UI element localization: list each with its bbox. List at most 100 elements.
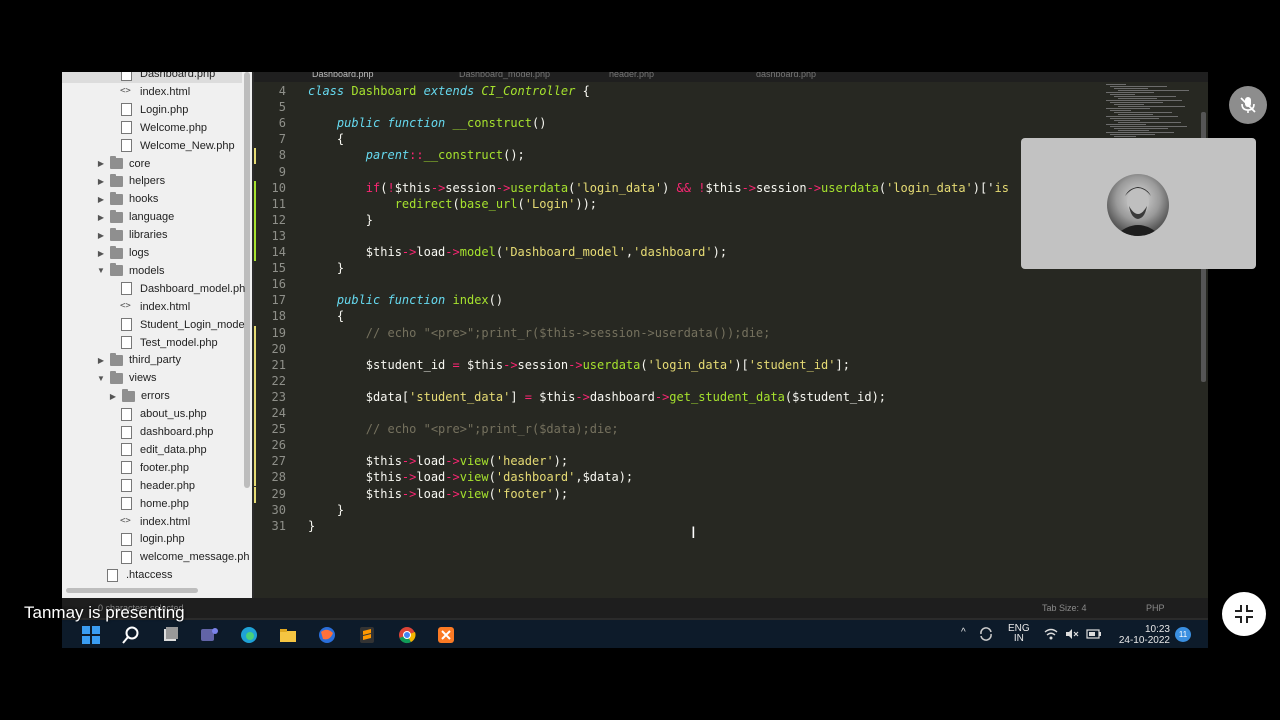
sidebar-item[interactable]: ▶ hooks — [62, 190, 242, 208]
gutter-change-marker — [254, 180, 256, 197]
sidebar-item[interactable]: home.php — [62, 495, 242, 513]
code-line: public function __construct() — [336, 116, 547, 131]
sidebar-item[interactable]: Welcome.php — [62, 119, 242, 137]
wifi-icon[interactable] — [1044, 627, 1058, 641]
sidebar-item[interactable]: about_us.php — [62, 405, 242, 423]
chevron-right-icon[interactable]: ▶ — [96, 195, 106, 204]
sidebar-item[interactable]: Student_Login_mode — [62, 316, 245, 334]
editor-tab[interactable]: dashboard.php — [756, 72, 816, 79]
code-line: $student_id = $this->session->userdata('… — [308, 357, 850, 372]
sidebar-item[interactable]: ▶ libraries — [62, 226, 242, 244]
sidebar-item[interactable]: <> index.html — [62, 83, 242, 101]
file-icon — [121, 407, 132, 421]
editor-tabs: Dashboard.php Dashboard_model.php header.p… — [254, 72, 1208, 82]
chevron-right-icon[interactable]: ▶ — [96, 231, 106, 240]
sidebar-item[interactable]: welcome_message.ph — [62, 548, 249, 566]
speaker-muted-icon[interactable] — [1065, 627, 1079, 641]
sidebar-item[interactable]: dashboard.php — [62, 423, 242, 441]
sidebar-item[interactable]: ▶ helpers — [62, 172, 242, 190]
file-sidebar: Dashboard.php <> index.html Login.php Welcom… — [62, 72, 252, 598]
code-line: $this->load->view('header'); — [308, 454, 569, 469]
microphone-muted-button[interactable] — [1229, 86, 1267, 124]
sidebar-item[interactable]: ▶ logs — [62, 244, 242, 262]
clock[interactable]: 10:23 24-10-2022 — [1114, 624, 1170, 646]
line-number: 31 — [271, 518, 286, 533]
sidebar-item-label: .htaccess — [126, 569, 173, 582]
folder-icon — [110, 352, 123, 366]
sidebar-item[interactable]: ▶ third_party — [62, 351, 242, 369]
chevron-down-icon[interactable]: ▼ — [96, 266, 106, 275]
minimap-line — [1114, 104, 1144, 105]
chevron-right-icon[interactable]: ▶ — [96, 356, 106, 365]
line-number: 26 — [271, 438, 286, 453]
chevron-right-icon[interactable]: ▶ — [96, 249, 106, 258]
editor-tab[interactable]: header.php — [609, 72, 654, 79]
task-view-icon[interactable] — [162, 626, 180, 644]
sidebar-item[interactable]: Welcome_New.php — [62, 137, 242, 155]
teams-icon[interactable] — [200, 626, 218, 644]
chevron-down-icon[interactable]: ▼ — [96, 374, 106, 383]
sidebar-item[interactable]: <> index.html — [62, 513, 242, 531]
sidebar-item[interactable]: Login.php — [62, 101, 242, 119]
camera-tile[interactable] — [1021, 138, 1256, 269]
line-number: 22 — [271, 373, 286, 388]
sidebar-item-label: Student_Login_mode — [140, 318, 245, 331]
sidebar-item[interactable]: edit_data.php — [62, 441, 242, 459]
search-icon[interactable] — [122, 626, 140, 644]
language-indicator[interactable]: ENG IN — [1008, 624, 1030, 644]
code-line: { — [308, 132, 345, 147]
sidebar-item[interactable]: ▶ language — [62, 208, 242, 226]
sidebar-item[interactable]: Dashboard_model.ph — [62, 280, 245, 298]
editor-tab[interactable]: Dashboard_model.php — [459, 72, 550, 79]
folder-icon — [110, 209, 123, 223]
sidebar-item[interactable]: ▶ core — [62, 155, 242, 173]
sidebar-item[interactable]: Test_model.php — [62, 334, 242, 352]
chrome-icon[interactable] — [398, 626, 416, 644]
sidebar-item[interactable]: .htaccess — [62, 566, 242, 584]
sidebar-scrollbar[interactable] — [244, 72, 250, 488]
windows-start-icon[interactable] — [82, 626, 100, 644]
chevron-right-icon[interactable]: ▶ — [96, 159, 106, 168]
clock-date: 24-10-2022 — [1118, 635, 1170, 646]
xampp-icon[interactable] — [437, 626, 455, 644]
sidebar-item[interactable]: footer.php — [62, 459, 242, 477]
exit-fullscreen-button[interactable] — [1222, 592, 1266, 636]
gutter-change-marker — [254, 454, 256, 471]
code-line: if(!$this->session->userdata('login_data… — [365, 180, 1009, 195]
sidebar-item-label: third_party — [129, 354, 181, 367]
chevron-right-icon[interactable]: ▶ — [108, 392, 118, 401]
sidebar-item[interactable]: ▼ views — [62, 369, 242, 387]
gutter-change-marker — [254, 245, 256, 262]
chevron-right-icon[interactable]: ▶ — [96, 177, 106, 186]
minimap-line — [1114, 128, 1168, 129]
tab-size-status[interactable]: Tab Size: 4 — [1042, 603, 1087, 613]
sidebar-item[interactable]: Dashboard.php — [62, 72, 242, 83]
sidebar-item[interactable]: ▶ errors — [62, 387, 242, 405]
file-icon — [121, 425, 132, 439]
sidebar-item[interactable]: header.php — [62, 477, 242, 495]
sidebar-item[interactable]: <> index.html — [62, 298, 242, 316]
sublime-text-icon[interactable] — [358, 626, 376, 644]
battery-icon[interactable] — [1086, 627, 1102, 641]
code-line: { — [308, 309, 345, 324]
minimap[interactable] — [1102, 82, 1198, 142]
sidebar-item[interactable]: ▼ models — [62, 262, 242, 280]
tray-chevron-up-icon[interactable]: ^ — [961, 627, 966, 638]
minimap-line — [1110, 102, 1163, 103]
sidebar-item-label: Welcome_New.php — [140, 139, 235, 152]
edge-browser-icon[interactable] — [240, 626, 258, 644]
minimap-line — [1110, 86, 1167, 87]
clock-time: 10:23 — [1144, 624, 1170, 635]
folder-icon — [110, 370, 123, 384]
chevron-right-icon[interactable]: ▶ — [96, 213, 106, 222]
file-explorer-icon[interactable] — [279, 626, 297, 644]
sync-icon[interactable] — [978, 626, 994, 642]
syntax-status[interactable]: PHP — [1146, 603, 1165, 613]
gutter-change-marker — [254, 389, 256, 406]
sidebar-horizontal-scrollbar[interactable] — [66, 588, 198, 593]
editor-tab[interactable]: Dashboard.php — [312, 72, 374, 79]
firefox-icon[interactable] — [318, 626, 336, 644]
sidebar-item[interactable]: login.php — [62, 530, 242, 548]
text-cursor-icon: I — [691, 523, 696, 542]
notification-badge[interactable]: 11 — [1175, 627, 1191, 642]
